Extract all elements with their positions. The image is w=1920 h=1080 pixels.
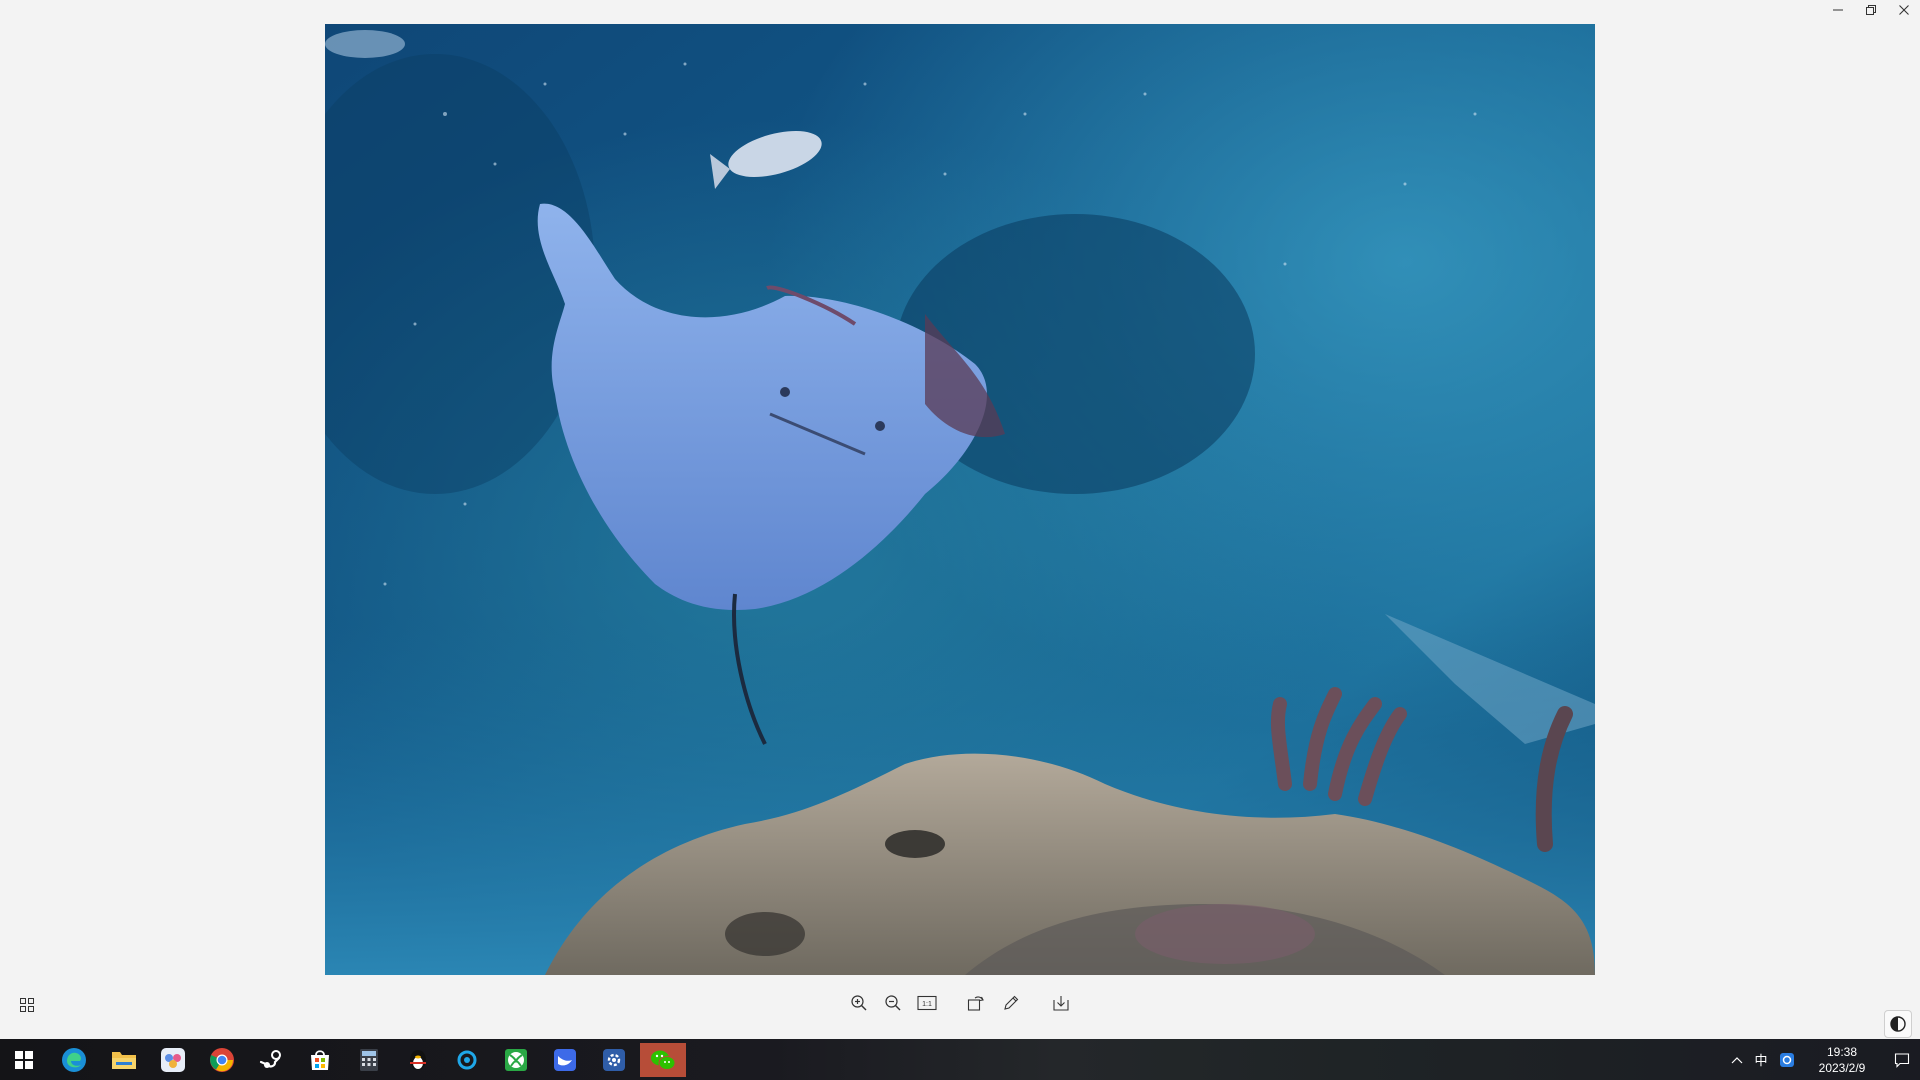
- zoom-out-button[interactable]: [880, 990, 906, 1016]
- notification-button[interactable]: [1884, 1039, 1920, 1080]
- windows-logo-icon: [15, 1051, 33, 1069]
- wechat-icon: [651, 1050, 676, 1070]
- tray-app-button[interactable]: [1774, 1039, 1800, 1080]
- minimize-button[interactable]: [1821, 0, 1854, 20]
- taskbar-photos[interactable]: [150, 1043, 196, 1077]
- chevron-up-icon: [1731, 1056, 1743, 1063]
- taskbar-store[interactable]: [297, 1043, 343, 1077]
- save-download-icon: [1053, 996, 1069, 1011]
- taskbar-chrome[interactable]: [199, 1043, 245, 1077]
- tray-overflow-button[interactable]: [1726, 1039, 1748, 1080]
- steam-icon: [259, 1050, 281, 1068]
- zoom-in-icon: [851, 995, 867, 1011]
- chrome-icon: [210, 1048, 234, 1072]
- photos-app-icon: [161, 1048, 185, 1072]
- gear-app-icon: [603, 1049, 625, 1071]
- save-button[interactable]: [1048, 990, 1074, 1016]
- xbox-icon: [505, 1049, 527, 1071]
- aquarium-photo: [325, 24, 1595, 975]
- taskbar: 中 19:38 2023/2/9: [0, 1039, 1920, 1080]
- clock-date: 2023/2/9: [1818, 1060, 1866, 1075]
- penguin-icon: [410, 1050, 426, 1070]
- theme-toggle-icon: [1890, 1016, 1906, 1032]
- restore-button[interactable]: [1854, 0, 1887, 20]
- photo-content[interactable]: [325, 24, 1595, 975]
- taskbar-qq[interactable]: [395, 1043, 441, 1077]
- zoom-out-icon: [885, 995, 901, 1011]
- notification-icon: [1894, 1052, 1910, 1068]
- store-icon: [311, 1050, 329, 1070]
- photo-viewer-window: 1:1: [0, 0, 1920, 1039]
- taskbar-steam[interactable]: [248, 1043, 294, 1077]
- taskbar-calculator[interactable]: [346, 1043, 392, 1077]
- restore-icon: [1865, 5, 1876, 15]
- taskbar-file-explorer[interactable]: [101, 1043, 147, 1077]
- minimize-icon: [1832, 9, 1843, 11]
- taskbar-xbox[interactable]: [493, 1043, 539, 1077]
- calculator-icon: [360, 1049, 378, 1071]
- ime-indicator[interactable]: 中: [1748, 1039, 1774, 1080]
- close-icon: [1898, 5, 1909, 15]
- actual-size-button[interactable]: 1:1: [914, 990, 940, 1016]
- taskbar-feishu[interactable]: [542, 1043, 588, 1077]
- tray-app-icon: [1780, 1052, 1794, 1067]
- edit-button[interactable]: [998, 990, 1024, 1016]
- zoom-in-button[interactable]: [846, 990, 872, 1016]
- actual-size-label: 1:1: [922, 1001, 932, 1008]
- clock[interactable]: 19:38 2023/2/9: [1800, 1039, 1884, 1080]
- taskbar-ring-app[interactable]: [444, 1043, 490, 1077]
- rotate-button[interactable]: [963, 990, 989, 1016]
- ring-app-icon: [457, 1050, 477, 1070]
- taskbar-wechat[interactable]: [640, 1043, 686, 1077]
- rotate-icon: [967, 996, 984, 1011]
- window-controls: [1821, 0, 1920, 20]
- taskbar-settings-tool[interactable]: [591, 1043, 637, 1077]
- start-button[interactable]: [1, 1043, 47, 1077]
- actual-size-icon: 1:1: [917, 995, 937, 1011]
- edge-browser-icon: [62, 1048, 86, 1072]
- image-toolbar: 1:1: [0, 990, 1920, 1020]
- theme-toggle-button[interactable]: [1884, 1010, 1912, 1038]
- bird-app-icon: [554, 1049, 576, 1071]
- clock-time: 19:38: [1826, 1044, 1858, 1059]
- folder-icon: [112, 1052, 136, 1069]
- close-button[interactable]: [1887, 0, 1920, 20]
- system-tray: 中 19:38 2023/2/9: [1726, 1039, 1920, 1080]
- taskbar-edge[interactable]: [51, 1043, 97, 1077]
- pencil-icon: [1004, 995, 1019, 1010]
